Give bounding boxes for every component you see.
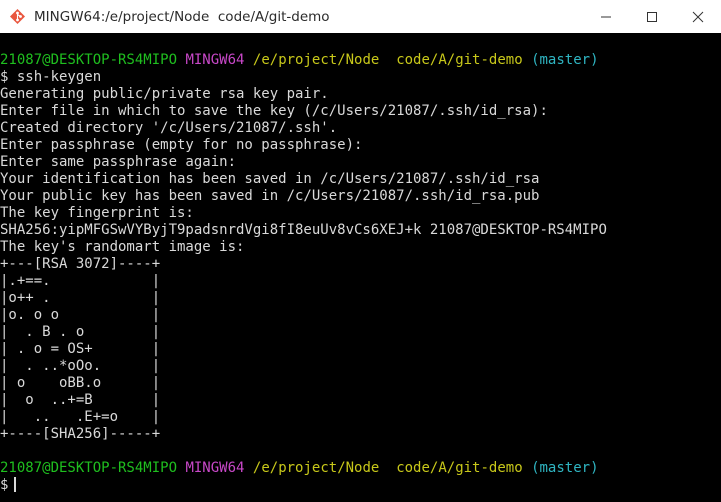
randomart-line: | o ..+=B | [0, 392, 161, 408]
output-line: Your public key has been saved in /c/Use… [0, 188, 540, 204]
randomart-line: |o. o o | [0, 307, 161, 323]
prompt-path: /e/project/Node code/A/git-demo [252, 460, 523, 476]
randomart-line: |o++ . | [0, 290, 161, 306]
window-controls [583, 0, 721, 33]
output-line: Enter passphrase (empty for no passphras… [0, 137, 363, 153]
maximize-button[interactable] [629, 0, 675, 33]
git-bash-icon [9, 8, 26, 25]
prompt-line: 21087@DESKTOP-RS4MIPO MINGW64 /e/project… [0, 52, 721, 69]
randomart-line: | . B . o | [0, 324, 161, 340]
output-line: Enter same passphrase again: [0, 154, 237, 170]
prompt-system: MINGW64 [185, 52, 245, 68]
minimize-button[interactable] [583, 0, 629, 33]
output-line: The key fingerprint is: [0, 205, 194, 221]
randomart-line: | .. .E+=o | [0, 409, 161, 425]
randomart-line: | . ..*oOo. | [0, 358, 161, 374]
terminal-window: MINGW64:/e/project/Node code/A/git-demo [0, 0, 721, 502]
prompt-line: 21087@DESKTOP-RS4MIPO MINGW64 /e/project… [0, 460, 721, 477]
prompt-user-host: 21087@DESKTOP-RS4MIPO [0, 52, 178, 68]
title-bar[interactable]: MINGW64:/e/project/Node code/A/git-demo [0, 0, 721, 33]
text-cursor [14, 477, 17, 492]
prompt-branch: (master) [531, 52, 599, 68]
close-button[interactable] [675, 0, 721, 33]
output-line: Enter file in which to save the key (/c/… [0, 103, 548, 119]
randomart-line: | o oBB.o | [0, 375, 161, 391]
input-line[interactable]: $ [0, 477, 721, 494]
prompt-branch: (master) [531, 460, 599, 476]
output-line: The key's randomart image is: [0, 239, 245, 255]
fingerprint-line: SHA256:yipMFGSwVYByjT9padsnrdVgi8fI8euUv… [0, 222, 607, 238]
terminal-output[interactable]: 21087@DESKTOP-RS4MIPO MINGW64 /e/project… [0, 52, 721, 494]
prompt-path: /e/project/Node code/A/git-demo [252, 52, 523, 68]
randomart-line: |.+==. | [0, 273, 161, 289]
randomart-line: | . o = OS+ | [0, 341, 161, 357]
prompt-system: MINGW64 [185, 460, 245, 476]
output-line: Created directory '/c/Users/21087/.ssh'. [0, 120, 338, 136]
maximize-icon [647, 11, 657, 22]
window-title: MINGW64:/e/project/Node code/A/git-demo [34, 8, 330, 25]
close-icon [692, 11, 704, 22]
prompt-user-host: 21087@DESKTOP-RS4MIPO [0, 460, 178, 476]
randomart-line: +---[RSA 3072]----+ [0, 256, 161, 272]
input-prompt: $ [0, 477, 9, 493]
command-line: $ ssh-keygen [0, 69, 102, 85]
randomart-line: +----[SHA256]-----+ [0, 426, 161, 442]
output-line: Your identification has been saved in /c… [0, 171, 540, 187]
minimize-icon [601, 16, 611, 17]
output-line: Generating public/private rsa key pair. [0, 86, 329, 102]
